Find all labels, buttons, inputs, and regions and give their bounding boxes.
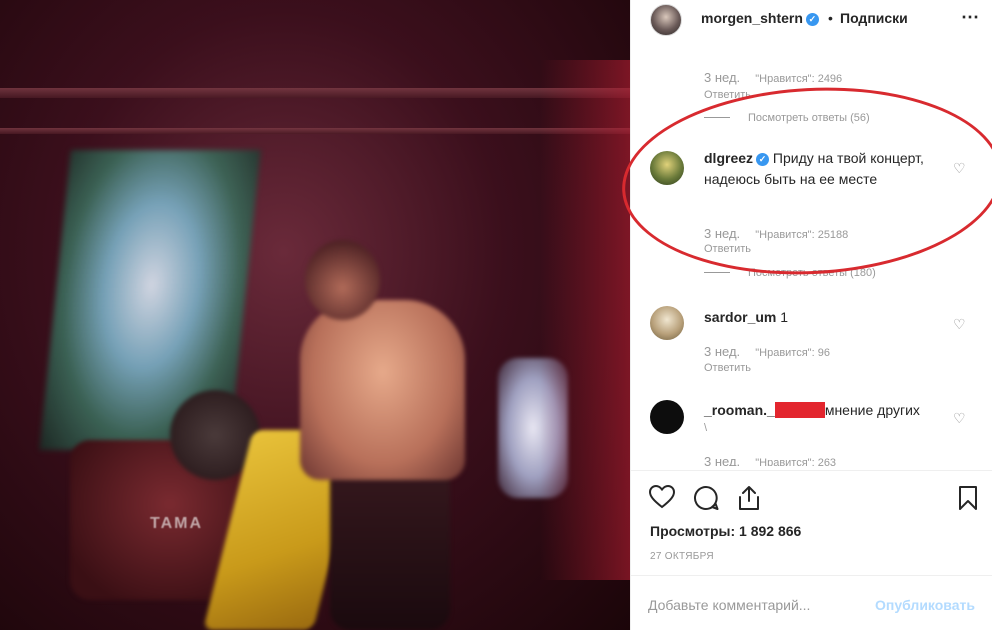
redaction-box	[774, 402, 825, 418]
publish-button[interactable]: Опубликовать	[875, 597, 975, 613]
author-username[interactable]: morgen_shtern	[701, 10, 803, 26]
commenter-username[interactable]: _rooman._	[704, 402, 775, 418]
comment-time[interactable]: 3 нед.	[704, 454, 740, 466]
commenter-avatar[interactable]	[650, 400, 684, 434]
comment-meta: 3 нед. "Нравится": 2496	[704, 70, 842, 85]
comment-body: sardor_um 1	[704, 307, 949, 328]
commenter-username[interactable]: sardor_um	[704, 309, 776, 325]
post-header: morgen_shtern ✓ • Подписки ⋯	[631, 0, 992, 40]
comment-time[interactable]: 3 нед.	[704, 344, 740, 359]
add-comment-bar: Опубликовать	[630, 575, 992, 630]
performer-body	[300, 300, 465, 480]
comment-time[interactable]: 3 нед.	[704, 70, 740, 85]
stage-red-light	[540, 60, 630, 580]
post-photo[interactable]: TAMA	[0, 0, 630, 630]
like-comment-heart-icon[interactable]: ♡	[953, 317, 967, 331]
author-username-row[interactable]: morgen_shtern ✓	[701, 10, 819, 26]
share-icon[interactable]	[737, 485, 761, 516]
comment-text-continuation: \	[704, 422, 708, 434]
comment-meta: 3 нед. "Нравится": 263	[704, 454, 836, 466]
author-avatar[interactable]	[650, 4, 682, 36]
post-date: 27 ОКТЯБРЯ	[650, 551, 714, 562]
comment-meta: 3 нед. "Нравится": 96	[704, 344, 830, 359]
comment-text: 1	[780, 309, 789, 325]
comment-input[interactable]	[648, 597, 858, 613]
comment-likes[interactable]: "Нравится": 263	[755, 457, 836, 466]
comment-bubble-icon[interactable]	[693, 485, 719, 516]
comment-likes[interactable]: "Нравится": 2496	[755, 73, 842, 85]
view-count[interactable]: Просмотры: 1 892 866	[650, 523, 801, 539]
like-comment-heart-icon[interactable]: ♡	[953, 411, 967, 425]
comment-text: мнение других	[824, 402, 920, 418]
replies-line	[704, 272, 730, 273]
stage-truss	[0, 128, 630, 134]
following-button[interactable]: Подписки	[840, 10, 908, 26]
header-separator: •	[828, 10, 833, 26]
verified-badge-icon: ✓	[805, 13, 819, 26]
bookmark-icon[interactable]	[958, 485, 978, 516]
comment-body: _rooman._ мнение других \	[704, 400, 954, 435]
comment-likes[interactable]: "Нравится": 96	[755, 347, 830, 359]
drum-brand-text: TAMA	[150, 515, 204, 532]
like-heart-icon[interactable]	[648, 484, 676, 514]
more-options-icon[interactable]: ⋯	[961, 7, 980, 28]
stage-truss	[0, 88, 630, 98]
commenter-avatar[interactable]	[650, 306, 684, 340]
performer-head	[305, 240, 380, 320]
reply-button[interactable]: Ответить	[704, 362, 751, 374]
